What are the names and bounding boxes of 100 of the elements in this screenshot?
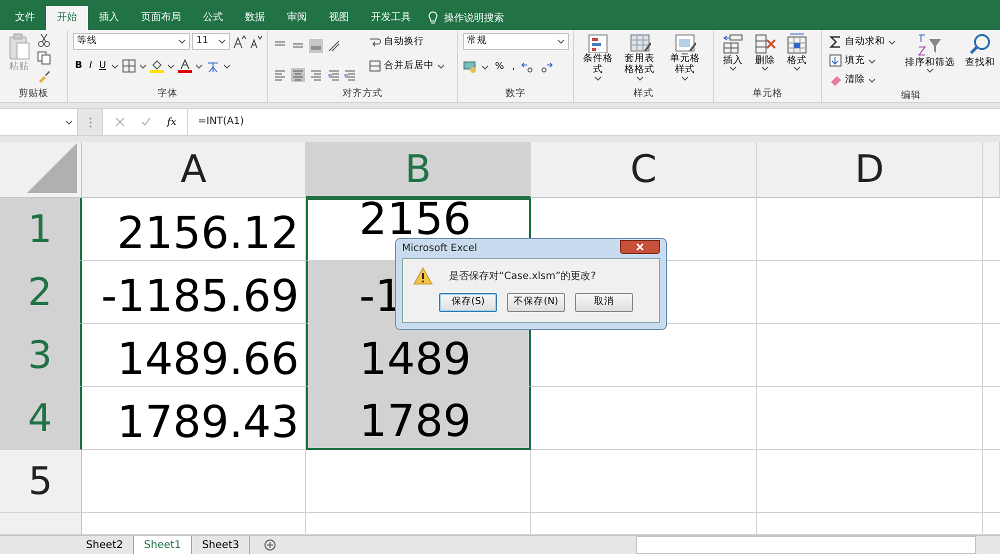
- table-cell[interactable]: 1789: [306, 387, 531, 450]
- align-center-icon[interactable]: [291, 68, 305, 82]
- caret-icon[interactable]: [111, 64, 120, 68]
- caret-icon[interactable]: [167, 64, 176, 68]
- table-cell[interactable]: [757, 450, 983, 513]
- ribbon-tab[interactable]: 页面布局: [130, 6, 192, 30]
- orientation-icon[interactable]: [327, 38, 341, 52]
- table-cell[interactable]: 1489: [306, 324, 531, 387]
- caret-icon[interactable]: [481, 64, 489, 70]
- ribbon-button[interactable]: 格式: [783, 33, 811, 87]
- table-cell[interactable]: [82, 450, 306, 513]
- row-header[interactable]: 3: [0, 324, 82, 387]
- formula-field[interactable]: =INT(A1): [188, 109, 1000, 135]
- sum-icon: [829, 35, 842, 49]
- caret-icon[interactable]: [195, 64, 204, 68]
- number-format-dropdown[interactable]: 常规: [463, 33, 569, 50]
- table-cell[interactable]: [757, 198, 983, 261]
- sort-filter-button[interactable]: 排序和筛选: [902, 33, 958, 89]
- caret-icon[interactable]: [557, 39, 565, 44]
- underline-button[interactable]: U: [97, 57, 108, 75]
- search-hint[interactable]: 操作说明搜索: [444, 10, 504, 26]
- bold-button[interactable]: B: [73, 57, 84, 75]
- row-header[interactable]: 5: [0, 450, 82, 513]
- horizontal-scrollbar[interactable]: [636, 536, 976, 554]
- ribbon-button[interactable]: 套用表格格式: [620, 33, 658, 87]
- table-cell[interactable]: [757, 387, 983, 450]
- caret-icon[interactable]: [139, 64, 148, 68]
- group-label: 单元格: [752, 87, 784, 101]
- shrink-font-icon[interactable]: [248, 34, 262, 48]
- dialog-button[interactable]: 取消: [575, 293, 633, 312]
- wrap-text-button[interactable]: 自动换行: [367, 33, 447, 51]
- ribbon-button[interactable]: 填充: [827, 52, 898, 70]
- ribbon-tab[interactable]: 数据: [234, 6, 276, 30]
- currency-icon[interactable]: [463, 61, 477, 73]
- column-header[interactable]: A: [82, 142, 306, 198]
- ribbon-tab[interactable]: 开始: [46, 6, 88, 30]
- comma-button[interactable]: ,: [510, 58, 518, 76]
- caret-icon[interactable]: [223, 64, 232, 68]
- merge-center-button[interactable]: 合并后居中: [367, 57, 447, 75]
- ribbon-tab[interactable]: 开发工具: [360, 6, 422, 30]
- dialog-button[interactable]: 保存(S): [439, 293, 497, 312]
- caret-icon: [681, 76, 690, 81]
- caret-icon: [761, 66, 769, 72]
- italic-button[interactable]: I: [87, 57, 94, 75]
- sheet-tab[interactable]: Sheet3: [192, 536, 250, 554]
- clipboard-icon: [8, 33, 30, 61]
- ribbon-tab[interactable]: 插入: [88, 6, 130, 30]
- row-header[interactable]: 4: [0, 387, 82, 450]
- caret-icon: [437, 64, 445, 68]
- caret-icon[interactable]: [218, 39, 226, 44]
- row-header[interactable]: 2: [0, 261, 82, 324]
- borders-icon[interactable]: [122, 59, 136, 73]
- table-cell[interactable]: 2156.12: [82, 198, 306, 261]
- cut-icon[interactable]: [37, 33, 51, 47]
- increase-indent-icon[interactable]: [343, 68, 357, 82]
- close-button[interactable]: [620, 240, 660, 254]
- align-right-icon[interactable]: [309, 68, 323, 82]
- ribbon-button[interactable]: 删除: [751, 33, 779, 87]
- table-cell[interactable]: [531, 450, 757, 513]
- ribbon-tab[interactable]: 审阅: [276, 6, 318, 30]
- percent-button[interactable]: %: [493, 58, 506, 76]
- ribbon-tab[interactable]: 文件: [4, 6, 46, 30]
- table-cell[interactable]: [306, 450, 531, 513]
- decrease-indent-icon[interactable]: [327, 68, 341, 82]
- row-header[interactable]: 1: [0, 198, 82, 261]
- font-color-icon[interactable]: [178, 59, 192, 73]
- splitter-handle-icon[interactable]: [88, 116, 92, 128]
- ribbon-tab[interactable]: 公式: [192, 6, 234, 30]
- table-cell[interactable]: [757, 324, 983, 387]
- ribbon-button[interactable]: 条件格式: [579, 33, 617, 87]
- ribbon-button[interactable]: 清除: [827, 71, 898, 89]
- find-button[interactable]: 查找和: [962, 33, 998, 89]
- sheet-tab[interactable]: Sheet1: [134, 536, 192, 554]
- column-header[interactable]: D: [757, 142, 983, 198]
- ribbon-button[interactable]: 插入: [719, 33, 747, 87]
- ribbon-tab[interactable]: 视图: [318, 6, 360, 30]
- group-label: 剪贴板: [18, 87, 50, 101]
- fill-color-icon[interactable]: [150, 59, 164, 73]
- format-cells-icon: [786, 33, 808, 55]
- align-bottom-icon[interactable]: [309, 38, 323, 52]
- caret-icon: [793, 66, 801, 72]
- brush-icon[interactable]: [37, 69, 51, 83]
- copy-icon[interactable]: [37, 51, 51, 65]
- caret-icon[interactable]: [178, 39, 186, 44]
- increase-decimal-icon[interactable]: [521, 61, 536, 73]
- add-sheet-icon[interactable]: [264, 539, 276, 551]
- ribbon-button[interactable]: 自动求和: [827, 33, 898, 51]
- insert-function-button[interactable]: fx: [167, 114, 176, 130]
- table-cell[interactable]: [757, 261, 983, 324]
- align-left-icon[interactable]: [273, 68, 287, 82]
- group-label: 编辑: [900, 89, 922, 103]
- dialog-button[interactable]: 不保存(N): [507, 293, 565, 312]
- column-header[interactable]: B: [306, 142, 531, 198]
- table-cell[interactable]: [531, 387, 757, 450]
- ribbon-button[interactable]: 单元格样式: [662, 33, 708, 87]
- font-size-dropdown[interactable]: 11: [192, 33, 230, 50]
- font-name-dropdown[interactable]: 等线: [73, 33, 190, 50]
- decrease-decimal-icon[interactable]: [539, 61, 554, 73]
- column-header[interactable]: C: [531, 142, 757, 198]
- grow-font-icon[interactable]: [232, 34, 246, 48]
